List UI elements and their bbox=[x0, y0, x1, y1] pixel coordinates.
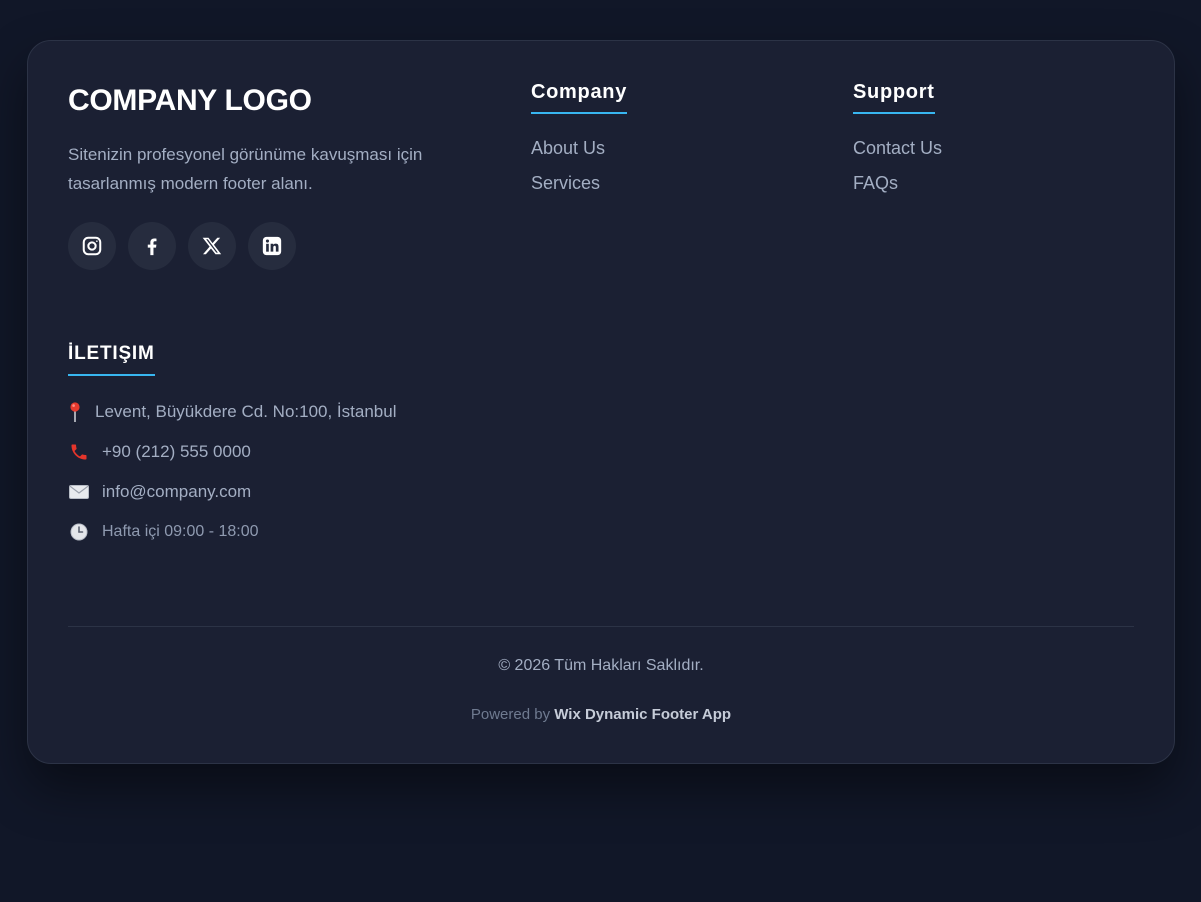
instagram-button[interactable] bbox=[68, 222, 116, 270]
contact-heading: İLETIŞIM bbox=[68, 343, 155, 376]
contact-section: İLETIŞIM Levent, Büyükdere Cd. No:100, İ… bbox=[68, 343, 508, 560]
linkedin-button[interactable] bbox=[248, 222, 296, 270]
instagram-icon bbox=[82, 236, 102, 256]
envelope-icon bbox=[68, 481, 90, 503]
support-column: Support Contact Us FAQs bbox=[853, 81, 942, 207]
clock-icon bbox=[68, 521, 90, 543]
hours-text: Hafta içi 09:00 - 18:00 bbox=[102, 523, 259, 540]
phone-text[interactable]: +90 (212) 555 0000 bbox=[102, 442, 251, 462]
contact-email[interactable]: info@company.com bbox=[68, 480, 508, 504]
footer-divider bbox=[68, 626, 1134, 627]
powered-by: Powered by Wix Dynamic Footer App bbox=[28, 705, 1174, 725]
copyright-text: © 2026 Tüm Hakları Saklıdır. bbox=[498, 657, 704, 674]
company-links: About Us Services bbox=[531, 137, 627, 194]
contact-address: Levent, Büyükdere Cd. No:100, İstanbul bbox=[68, 400, 508, 424]
powered-by-prefix: Powered by bbox=[470, 706, 551, 723]
contact-hours: Hafta içi 09:00 - 18:00 bbox=[68, 520, 508, 544]
address-text: Levent, Büyükdere Cd. No:100, İstanbul bbox=[95, 402, 397, 421]
facebook-button[interactable] bbox=[128, 222, 176, 270]
support-heading: Support bbox=[853, 81, 935, 114]
x-icon bbox=[202, 237, 222, 255]
powered-by-app-link[interactable]: Wix Dynamic Footer App bbox=[554, 706, 731, 723]
brand-description: Sitenizin profesyonel görünüme kavuşması… bbox=[68, 145, 423, 193]
brand-column: COMPANY LOGO Sitenizin profesyonel görün… bbox=[68, 81, 488, 270]
contact-list: Levent, Büyükdere Cd. No:100, İstanbul +… bbox=[68, 400, 508, 544]
facebook-icon bbox=[147, 238, 157, 256]
services-link[interactable]: Services bbox=[531, 172, 627, 194]
map-pin-icon bbox=[68, 401, 82, 423]
support-links: Contact Us FAQs bbox=[853, 137, 942, 194]
faqs-link[interactable]: FAQs bbox=[853, 172, 942, 194]
company-logo[interactable]: COMPANY LOGO bbox=[68, 83, 488, 119]
about-us-link[interactable]: About Us bbox=[531, 137, 627, 159]
x-twitter-button[interactable] bbox=[188, 222, 236, 270]
site-footer: COMPANY LOGO Sitenizin profesyonel görün… bbox=[27, 40, 1175, 764]
social-links bbox=[68, 222, 488, 270]
contact-phone[interactable]: +90 (212) 555 0000 bbox=[68, 440, 508, 464]
phone-icon bbox=[68, 441, 90, 463]
company-column: Company About Us Services bbox=[531, 81, 628, 207]
contact-us-link[interactable]: Contact Us bbox=[853, 137, 942, 159]
company-heading: Company bbox=[531, 81, 628, 114]
linkedin-icon bbox=[262, 236, 282, 256]
email-text[interactable]: info@company.com bbox=[102, 482, 251, 502]
